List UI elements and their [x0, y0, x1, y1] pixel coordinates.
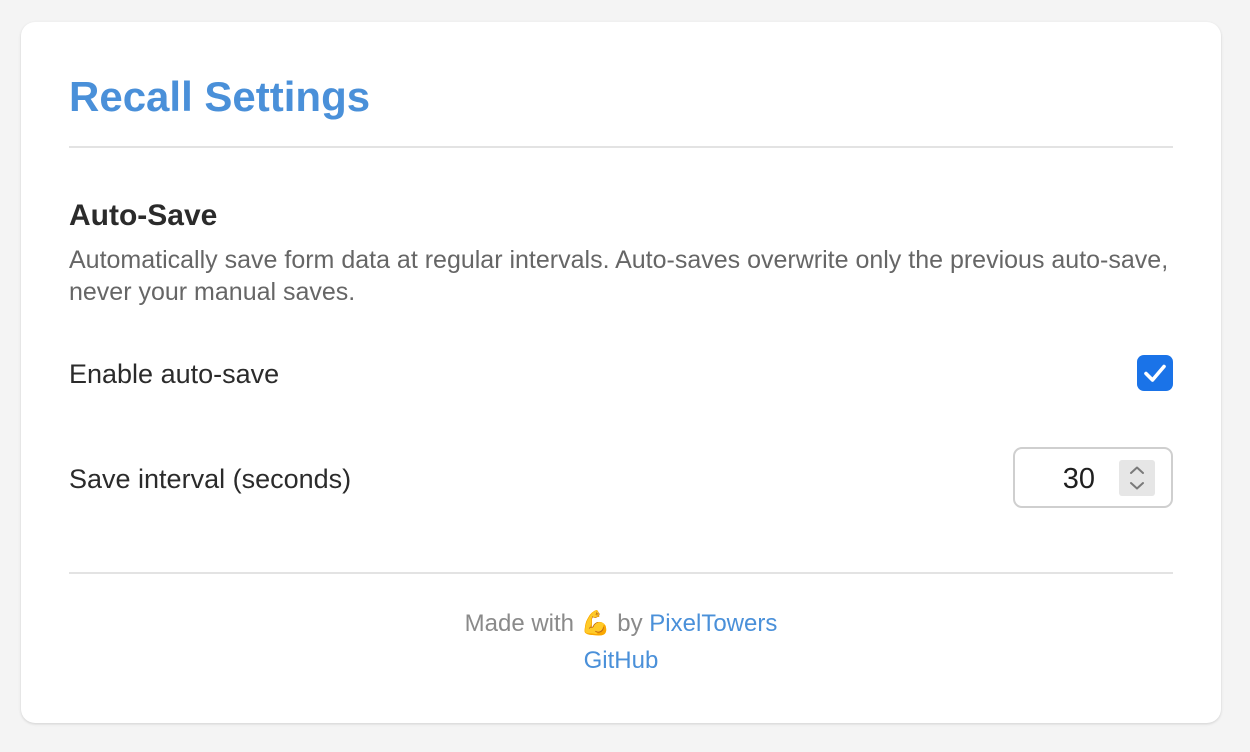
- flexed-bicep-icon: 💪: [580, 609, 611, 637]
- interval-stepper[interactable]: [1119, 460, 1155, 496]
- auto-save-heading: Auto-Save: [69, 199, 218, 232]
- github-link[interactable]: GitHub: [584, 647, 659, 674]
- save-interval-value: 30: [1062, 463, 1095, 495]
- enable-auto-save-checkbox[interactable]: [1137, 355, 1173, 391]
- pixeltowers-link[interactable]: PixelTowers: [649, 610, 777, 637]
- settings-card: Recall Settings Auto-Save Automatically …: [21, 22, 1221, 723]
- by-text: by: [617, 610, 643, 637]
- enable-auto-save-label: Enable auto-save: [69, 359, 280, 389]
- made-with-text: Made with: [464, 610, 575, 637]
- save-interval-input[interactable]: 30: [1013, 447, 1173, 508]
- footer-github: GitHub: [21, 646, 1221, 676]
- auto-save-description: Automatically save form data at regular …: [69, 246, 1169, 306]
- header-divider: [69, 146, 1173, 148]
- save-interval-label: Save interval (seconds): [69, 464, 352, 494]
- checkmark-icon: [1144, 364, 1166, 382]
- stepper-arrows-icon: [1130, 466, 1144, 490]
- footer-credit: Made with 💪 by PixelTowers: [21, 608, 1221, 639]
- page-title: Recall Settings: [69, 73, 371, 120]
- footer-divider: [69, 572, 1173, 574]
